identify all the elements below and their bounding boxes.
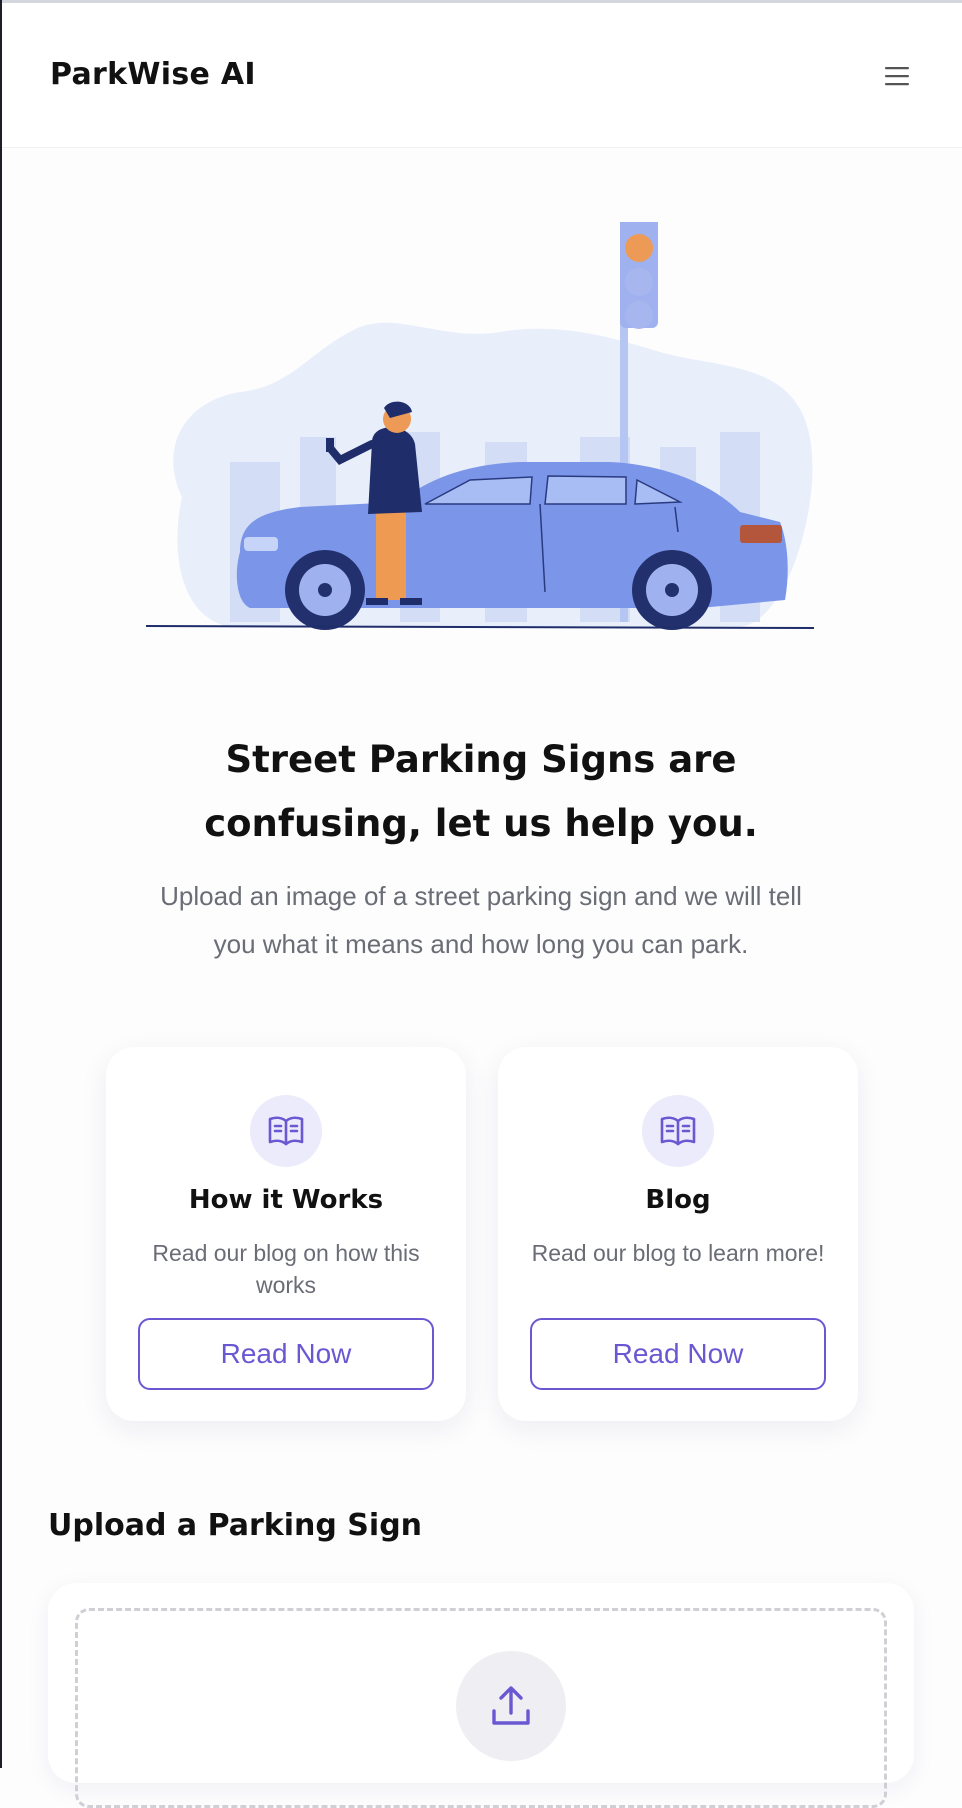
- card-description: Read our blog to learn more!: [531, 1240, 825, 1266]
- book-open-icon: [642, 1095, 714, 1167]
- brand-logo[interactable]: ParkWise AI: [50, 57, 256, 92]
- hero-illustration-car-parking: [145, 222, 815, 630]
- card-description: Read our blog on how this works: [152, 1240, 420, 1298]
- window-left-border: [0, 0, 2, 1768]
- hamburger-menu-icon: [885, 67, 909, 86]
- hamburger-menu-button[interactable]: [882, 61, 912, 91]
- read-now-button[interactable]: Read Now: [530, 1318, 826, 1390]
- blog-card: Blog Read our blog to learn more! Read N…: [498, 1047, 858, 1421]
- upload-dropzone[interactable]: [75, 1608, 887, 1808]
- book-open-icon: [250, 1095, 322, 1167]
- top-navigation-bar: ParkWise AI: [2, 3, 962, 148]
- upload-icon: [492, 1686, 530, 1725]
- upload-button[interactable]: [456, 1651, 566, 1761]
- upload-section-title: Upload a Parking Sign: [48, 1508, 423, 1543]
- card-title: How it Works: [188, 1185, 384, 1215]
- card-title: Blog: [645, 1185, 711, 1215]
- hero-description: Upload an image of a street parking sign…: [160, 881, 802, 959]
- upload-panel: [48, 1583, 914, 1808]
- how-it-works-card: How it Works Read our blog on how this w…: [106, 1047, 466, 1421]
- read-now-button[interactable]: Read Now: [138, 1318, 434, 1390]
- page-headline: Street Parking Signs are confusing, let …: [204, 738, 758, 845]
